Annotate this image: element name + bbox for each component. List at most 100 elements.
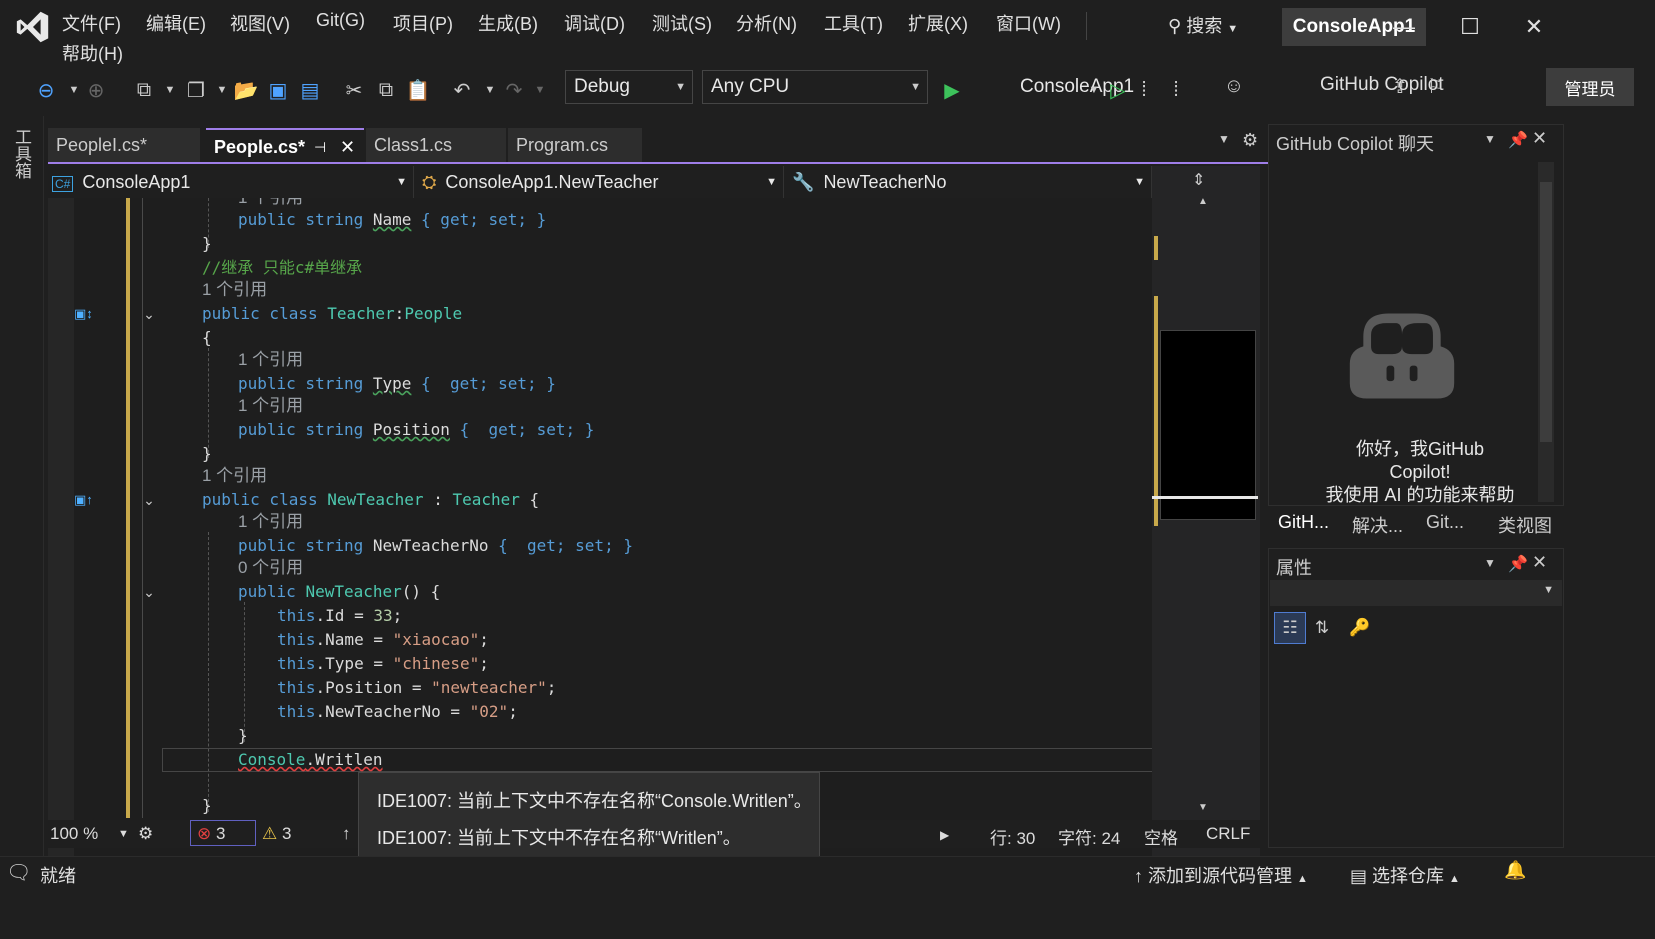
line-number[interactable]: 行: 30: [990, 824, 1035, 849]
start-without-debugging-icon[interactable]: ▷: [1104, 76, 1132, 104]
scroll-right-icon[interactable]: ▶: [940, 828, 949, 842]
menu-help[interactable]: 帮助(H): [62, 40, 123, 66]
notifications-icon[interactable]: 🔔: [1504, 860, 1526, 881]
copy-icon[interactable]: ⧉: [372, 76, 400, 104]
save-icon[interactable]: ▣: [264, 76, 292, 104]
close-icon[interactable]: ✕: [1532, 552, 1547, 573]
start-debugging-icon[interactable]: ▶: [938, 76, 966, 104]
indent-mode[interactable]: 空格: [1144, 824, 1178, 849]
categorized-icon[interactable]: ☷: [1274, 612, 1306, 644]
reference-count[interactable]: 1 个引用: [238, 396, 303, 415]
menu-debug[interactable]: 调试(D): [564, 10, 625, 36]
scrollbar[interactable]: [1538, 162, 1554, 502]
tab-program[interactable]: Program.cs: [508, 128, 642, 162]
tab-github-copilot[interactable]: GitH...: [1278, 512, 1329, 533]
chevron-down-icon[interactable]: ▼: [1218, 132, 1230, 146]
gear-icon[interactable]: ⚙: [1242, 130, 1258, 151]
open-folder-icon[interactable]: 📂: [232, 76, 260, 104]
menu-test[interactable]: 测试(S): [652, 10, 712, 36]
menu-file[interactable]: 文件(F): [62, 10, 121, 36]
inheritance-marker-icon[interactable]: ▣↕: [74, 306, 100, 324]
error-count-button[interactable]: ⊗ 3: [190, 820, 256, 846]
alphabetical-icon[interactable]: ⇅: [1306, 612, 1338, 644]
pin-icon[interactable]: 📌: [1508, 130, 1528, 150]
reference-count[interactable]: 1 个引用: [202, 280, 267, 299]
reference-count[interactable]: 1 个引用: [238, 512, 303, 531]
navigate-up-icon[interactable]: ↑: [342, 824, 351, 844]
scrollbar-thumb[interactable]: [1540, 182, 1552, 442]
minimap-viewport[interactable]: [1160, 330, 1256, 520]
menu-window[interactable]: 窗口(W): [996, 10, 1061, 36]
menu-git[interactable]: Git(G): [316, 10, 365, 31]
zoom-level[interactable]: 100 %: [50, 824, 98, 844]
cut-icon[interactable]: ✂: [340, 76, 368, 104]
pin-icon[interactable]: ⊣: [314, 130, 326, 164]
scroll-down-icon[interactable]: ▼: [1198, 802, 1208, 813]
step-into-icon[interactable]: ⁞: [1162, 76, 1190, 104]
collapse-icon[interactable]: ⌄: [140, 584, 158, 602]
tab-people[interactable]: People.cs* ⊣ ✕: [206, 128, 364, 162]
member-select[interactable]: 🔧 NewTeacherNo ▼: [788, 166, 1152, 198]
visual-studio-logo-icon[interactable]: [14, 8, 52, 46]
save-all-icon[interactable]: ▤: [296, 76, 324, 104]
reference-count[interactable]: 0 个引用: [238, 558, 303, 577]
back-icon[interactable]: ⊖: [32, 76, 60, 104]
redo-icon[interactable]: ↷: [500, 76, 528, 104]
toolbox-tab[interactable]: 工具箱: [12, 128, 34, 179]
menu-extensions[interactable]: 扩展(X): [908, 10, 968, 36]
new-project-icon[interactable]: ⧉: [130, 76, 158, 104]
menu-build[interactable]: 生成(B): [478, 10, 538, 36]
menu-project[interactable]: 项目(P): [393, 10, 453, 36]
tab-solution-explorer[interactable]: 解决...: [1352, 512, 1403, 538]
close-icon[interactable]: ✕: [1532, 128, 1547, 149]
chevron-down-icon[interactable]: ▼: [156, 76, 184, 104]
close-icon[interactable]: ✕: [340, 130, 355, 164]
reference-count[interactable]: 1 个引用: [202, 466, 267, 485]
warning-count-button[interactable]: ⚠ 3: [262, 824, 291, 844]
configuration-select[interactable]: Debug ▼: [565, 70, 693, 104]
reference-count[interactable]: 1 个引用: [238, 350, 303, 369]
copilot-icon[interactable]: ☺: [1220, 72, 1248, 100]
chevron-down-icon[interactable]: ▼: [1484, 556, 1496, 570]
menu-view[interactable]: 视图(V): [230, 10, 290, 36]
step-over-icon[interactable]: ⁞: [1130, 76, 1158, 104]
platform-select[interactable]: Any CPU ▼: [702, 70, 928, 104]
tab-class-view[interactable]: 类视图: [1498, 512, 1552, 538]
tab-peoplei[interactable]: PeopleI.cs*: [48, 128, 200, 162]
output-icon[interactable]: 🗨: [6, 860, 31, 885]
forward-icon[interactable]: ⊕: [82, 76, 110, 104]
collapse-icon[interactable]: ⌄: [140, 306, 158, 324]
line-ending[interactable]: CRLF: [1206, 824, 1250, 844]
tab-class1[interactable]: Class1.cs: [366, 128, 506, 162]
project-select[interactable]: C# ConsoleApp1 ▼: [48, 166, 414, 198]
select-repository-button[interactable]: ▤ 选择仓库 ▲: [1350, 862, 1460, 888]
chevron-down-icon[interactable]: ▼: [526, 76, 554, 104]
search-button[interactable]: ⚲ 搜索 ▼: [1168, 12, 1238, 38]
share-icon[interactable]: ⇪: [1386, 72, 1414, 100]
tab-git-changes[interactable]: Git...: [1426, 512, 1464, 533]
reference-count[interactable]: 1 个引用: [238, 198, 303, 207]
add-to-source-control-button[interactable]: ↑ 添加到源代码管理 ▲: [1134, 862, 1308, 888]
maximize-button[interactable]: ☐: [1450, 10, 1490, 44]
property-pages-icon[interactable]: 🔑: [1344, 612, 1376, 644]
intellicode-icon[interactable]: ⚙: [138, 824, 153, 844]
collapse-icon[interactable]: ⌄: [140, 492, 158, 510]
split-editor-icon[interactable]: ⇕: [1192, 170, 1205, 190]
menu-tools[interactable]: 工具(T): [824, 10, 883, 36]
add-item-icon[interactable]: ❐: [182, 76, 210, 104]
chevron-down-icon[interactable]: ▼: [1484, 132, 1496, 146]
chevron-down-icon[interactable]: ▼: [118, 828, 129, 840]
close-button[interactable]: ✕: [1514, 10, 1554, 44]
code-editor[interactable]: 1 个引用 public string Name { get; set; } }…: [48, 198, 1212, 866]
feedback-icon[interactable]: ⚐: [1422, 72, 1450, 100]
undo-icon[interactable]: ↶: [448, 76, 476, 104]
minimize-button[interactable]: —: [1384, 10, 1424, 44]
pin-icon[interactable]: 📌: [1508, 554, 1528, 574]
paste-icon[interactable]: 📋: [404, 76, 432, 104]
char-number[interactable]: 字符: 24: [1058, 824, 1120, 849]
properties-object-select[interactable]: ▼: [1270, 580, 1562, 606]
type-select[interactable]: ⛭ ConsoleApp1.NewTeacher ▼: [418, 166, 784, 198]
scroll-up-icon[interactable]: ▲: [1198, 196, 1208, 207]
admin-badge[interactable]: 管理员: [1546, 68, 1634, 106]
menu-edit[interactable]: 编辑(E): [146, 10, 206, 36]
